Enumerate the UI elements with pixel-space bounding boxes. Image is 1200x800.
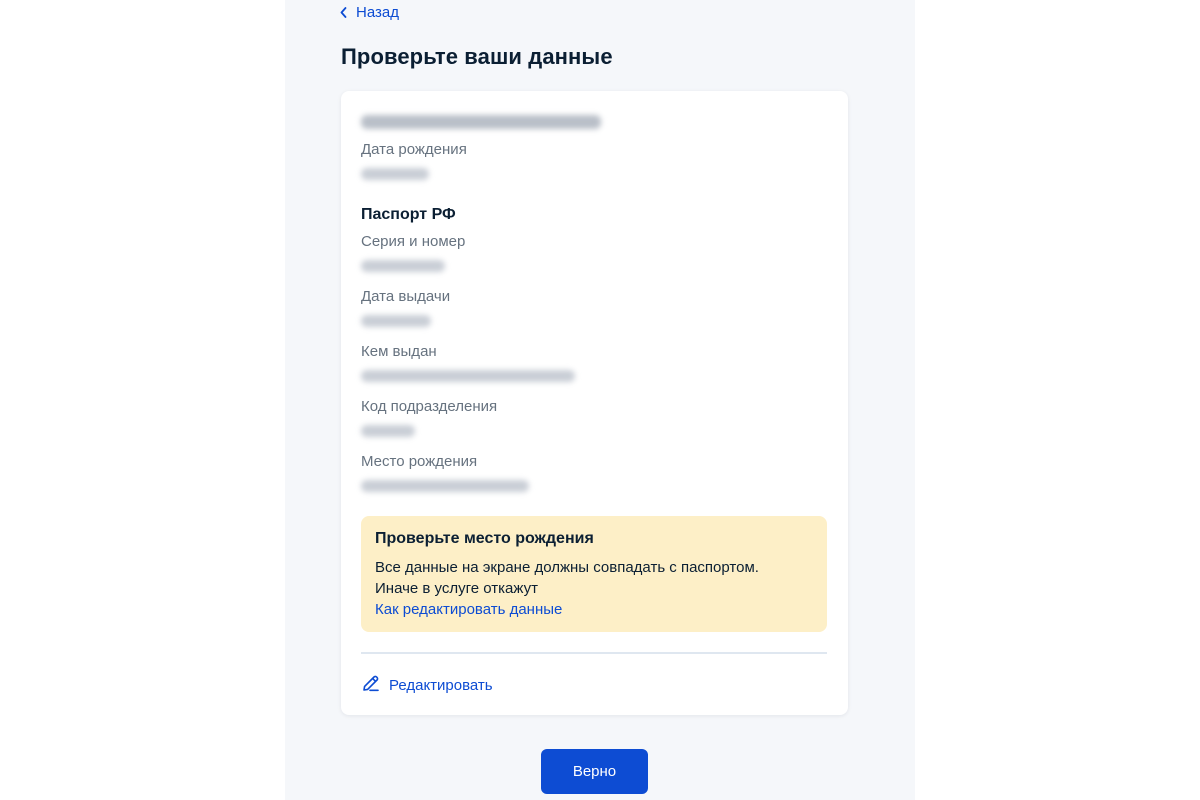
birth-date-value-redacted [361, 168, 429, 180]
edit-button[interactable]: Редактировать [362, 674, 493, 696]
birth-place-label: Место рождения [361, 453, 478, 470]
series-number-value-redacted [361, 260, 445, 272]
birth-place-value-redacted [361, 480, 529, 492]
warning-text: Все данные на экране должны совпадать с … [375, 559, 759, 597]
divider [361, 652, 827, 654]
back-link-label: Назад [356, 3, 399, 21]
issue-date-value-redacted [361, 315, 431, 327]
birth-place-warning: Проверьте место рождения Все данные на э… [361, 516, 827, 632]
passport-section-title: Паспорт РФ [361, 206, 456, 223]
how-to-edit-link[interactable]: Как редактировать данные [375, 599, 813, 620]
division-code-value-redacted [361, 425, 415, 437]
edit-label: Редактировать [389, 676, 493, 694]
issued-by-value-redacted [361, 370, 575, 382]
issue-date-label: Дата выдачи [361, 288, 451, 305]
warning-title: Проверьте место рождения [375, 530, 594, 547]
page-title: Проверьте ваши данные [341, 44, 613, 69]
birth-date-label: Дата рождения [361, 141, 467, 158]
confirm-button[interactable]: Верно [541, 749, 648, 794]
issued-by-label: Кем выдан [361, 343, 437, 360]
pencil-icon [362, 674, 380, 696]
back-link[interactable]: Назад [340, 3, 399, 21]
full-name-value-redacted [361, 115, 601, 129]
chevron-left-icon [340, 6, 347, 18]
division-code-label: Код подразделения [361, 398, 498, 415]
series-number-label: Серия и номер [361, 233, 466, 250]
